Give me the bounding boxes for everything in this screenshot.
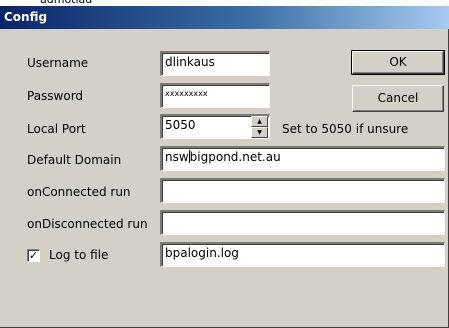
username-label: Username	[27, 56, 89, 70]
username-field[interactable]: dlinkaus	[160, 51, 270, 76]
cancel-button[interactable]: Cancel	[352, 85, 444, 112]
default-domain-label: Default Domain	[27, 153, 122, 167]
title-bar[interactable]: Config	[0, 6, 449, 29]
on-disconnected-label: onDisconnected run	[27, 217, 148, 231]
spin-down-arrow-icon[interactable]: ▼	[251, 127, 268, 138]
on-connected-label: onConnected run	[27, 185, 131, 199]
default-domain-field[interactable]: nswbigpond.net.au	[160, 146, 445, 171]
on-connected-field[interactable]	[160, 178, 445, 203]
default-domain-text-after-cursor: bigpond.net.au	[189, 150, 281, 164]
spin-up-arrow-icon[interactable]: ▲	[251, 116, 268, 127]
on-disconnected-field[interactable]	[160, 210, 445, 235]
ok-button[interactable]: OK	[351, 50, 445, 75]
window-title: Config	[4, 10, 48, 24]
password-label: Password	[27, 89, 84, 103]
background-text: admotlad	[40, 0, 92, 5]
log-file-field[interactable]: bpalogin.log	[160, 242, 445, 267]
log-to-file-label: Log to file	[49, 248, 109, 262]
local-port-label: Local Port	[27, 122, 86, 136]
log-to-file-checkbox[interactable]: ✓	[27, 249, 40, 262]
config-dialog: Config Username dlinkaus Password xxxxxx…	[0, 6, 449, 328]
port-hint-text: Set to 5050 if unsure	[282, 122, 409, 136]
default-domain-text-before-cursor: nsw	[165, 150, 189, 164]
local-port-value: 5050	[165, 118, 196, 132]
password-field[interactable]: xxxxxxxxx	[160, 83, 270, 108]
